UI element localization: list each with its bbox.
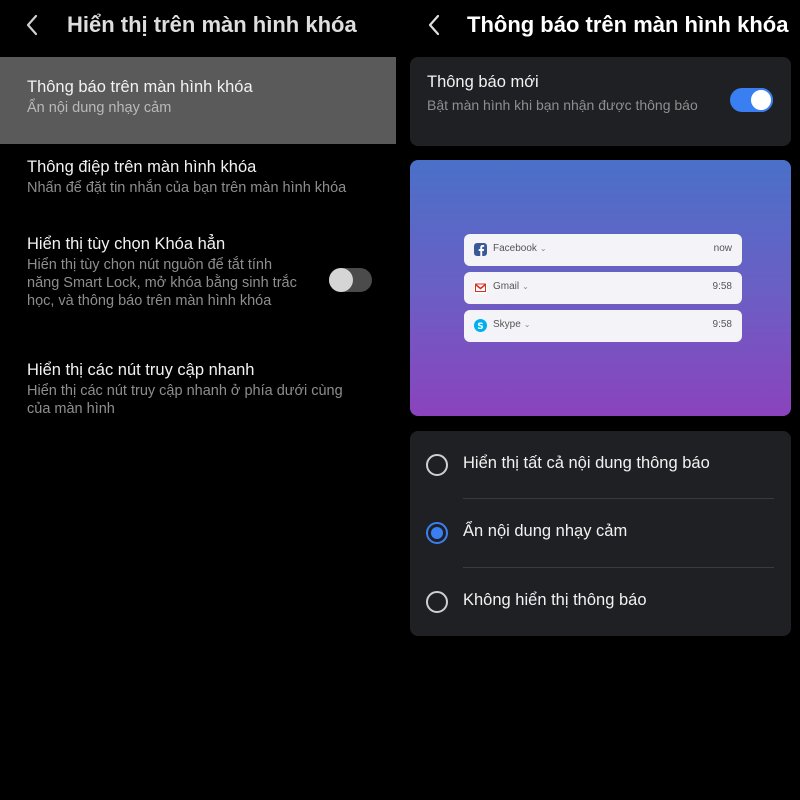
option-label: Ẩn nội dung nhạy cảm	[463, 522, 628, 540]
chevron-left-icon	[428, 14, 440, 36]
radio-button[interactable]	[426, 591, 448, 613]
setting-subtitle: Bật màn hình khi bạn nhận được thông báo	[427, 97, 698, 113]
lockdown-toggle[interactable]	[329, 268, 372, 292]
setting-subtitle: Nhấn để đặt tin nhắn của bạn trên màn hì…	[27, 180, 347, 196]
app-name: Facebook	[493, 243, 537, 254]
chevron-down-icon: ⌄	[523, 320, 531, 329]
app-name: Gmail	[493, 281, 520, 292]
gmail-icon	[474, 281, 487, 294]
option-hide-notifications[interactable]: Không hiển thị thông báo	[410, 568, 791, 636]
chevron-down-icon: ⌄	[522, 282, 529, 291]
notification-time: 9:58	[712, 281, 732, 292]
skype-icon: S	[474, 319, 487, 332]
notification-time: 9:58	[712, 319, 732, 330]
option-label: Hiển thị tất cả nội dung thông báo	[463, 454, 710, 472]
header: Hiển thị trên màn hình khóa	[0, 0, 400, 52]
setting-lock-screen-notifications[interactable]: Thông báo trên màn hình khóa Ẩn nội dung…	[0, 57, 396, 144]
notification-content-options: Hiển thị tất cả nội dung thông báo Ẩn nộ…	[410, 431, 791, 636]
svg-text:S: S	[477, 322, 483, 332]
preview-notification-skype: S Skype ⌄ 9:58	[464, 310, 742, 342]
setting-lock-screen-message[interactable]: Thông điệp trên màn hình khóa Nhấn để đặ…	[0, 156, 396, 216]
header: Thông báo trên màn hình khóa	[400, 0, 800, 52]
option-label: Không hiển thị thông báo	[463, 591, 647, 609]
setting-title: Hiển thị tùy chọn Khóa hẳn	[27, 235, 226, 253]
setting-quick-access-buttons[interactable]: Hiển thị các nút truy cập nhanh Hiển thị…	[0, 359, 396, 423]
lock-screen-notifications-pane: Thông báo trên màn hình khóa Thông báo m…	[400, 0, 800, 800]
facebook-icon	[474, 243, 487, 256]
setting-subtitle: Hiển thị tùy chọn nút nguồn để tắt tính …	[27, 257, 297, 309]
preview-notification-facebook: Facebook ⌄ now	[464, 234, 742, 266]
setting-title: Thông điệp trên màn hình khóa	[27, 158, 257, 176]
setting-subtitle: Ẩn nội dung nhạy cảm	[27, 100, 172, 116]
back-button[interactable]	[18, 10, 48, 40]
app-name: Skype	[493, 319, 521, 330]
new-notifications-toggle[interactable]	[730, 88, 773, 112]
setting-title: Thông báo mới	[427, 73, 539, 91]
notification-time: now	[713, 243, 732, 254]
toggle-knob	[749, 88, 773, 112]
option-show-all-content[interactable]: Hiển thị tất cả nội dung thông báo	[410, 431, 791, 499]
page-title: Thông báo trên màn hình khóa	[467, 12, 789, 37]
chevron-down-icon: ⌄	[539, 244, 547, 253]
radio-button[interactable]	[426, 454, 448, 476]
option-hide-sensitive-content[interactable]: Ẩn nội dung nhạy cảm	[410, 499, 791, 567]
setting-title: Hiển thị các nút truy cập nhanh	[27, 361, 255, 379]
notification-preview: Facebook ⌄ now Gmail ⌄ 9:58 S Skype ⌄ 9:58	[410, 160, 791, 416]
back-button[interactable]	[420, 10, 450, 40]
radio-button[interactable]	[426, 522, 448, 544]
new-notifications-card[interactable]: Thông báo mới Bật màn hình khi bạn nhận …	[410, 57, 791, 146]
toggle-knob	[329, 268, 353, 292]
preview-notification-gmail: Gmail ⌄ 9:58	[464, 272, 742, 304]
chevron-left-icon	[26, 14, 38, 36]
setting-title: Thông báo trên màn hình khóa	[27, 78, 253, 96]
setting-subtitle: Hiển thị các nút truy cập nhanh ở phía d…	[27, 383, 343, 417]
lock-screen-display-pane: Hiển thị trên màn hình khóa Thông báo tr…	[0, 0, 400, 800]
page-title: Hiển thị trên màn hình khóa	[67, 12, 357, 37]
